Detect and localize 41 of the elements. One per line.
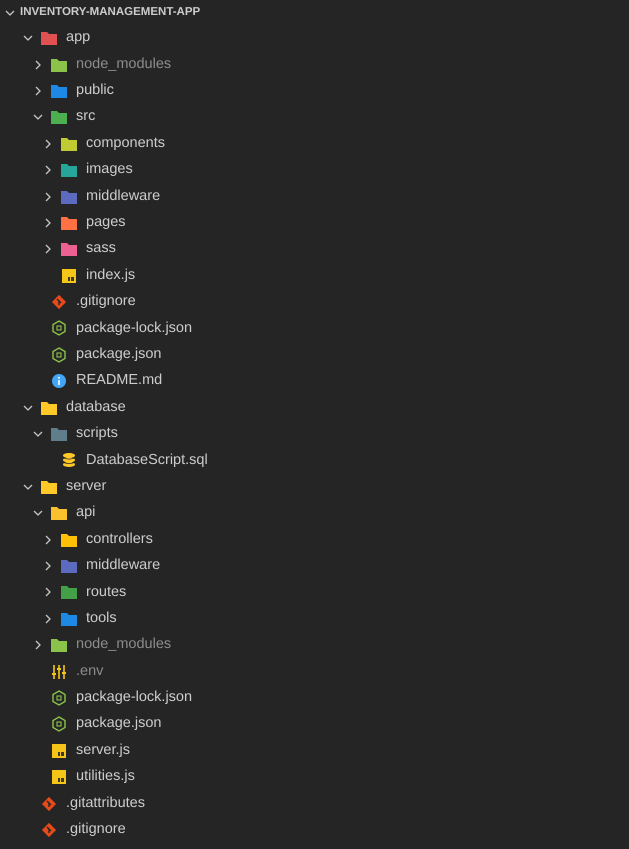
file-item[interactable]: README.md (0, 368, 629, 394)
folder-item[interactable]: routes (0, 579, 629, 606)
hexagon-icon (50, 320, 68, 336)
file-item[interactable]: utilities.js (0, 764, 629, 790)
file-item[interactable]: DatabaseScript.sql (0, 447, 629, 474)
file-item[interactable]: index.js (0, 262, 629, 289)
file-item[interactable]: .gitignore (0, 816, 629, 844)
folder-item[interactable]: app (0, 25, 629, 52)
js-file-icon (50, 769, 68, 786)
folder-item[interactable]: server (0, 474, 629, 500)
folder-item[interactable]: middleware (0, 552, 629, 580)
file-item[interactable]: server.js (0, 738, 629, 764)
folder-item[interactable]: database (0, 394, 629, 421)
folder-item[interactable]: src (0, 104, 629, 131)
file-item[interactable]: package.json (0, 711, 629, 738)
file-item[interactable]: package.json (0, 342, 629, 368)
info-icon (50, 373, 68, 390)
file-item[interactable]: .env (0, 658, 629, 685)
folder-item[interactable]: middleware (0, 183, 629, 210)
hexagon-icon (50, 690, 68, 706)
database-icon (60, 452, 78, 468)
folder-item[interactable]: sass (0, 236, 629, 263)
hexagon-icon (50, 716, 68, 732)
folder-item[interactable]: controllers (0, 526, 629, 553)
folder-item[interactable]: pages (0, 210, 629, 236)
folder-item[interactable]: node_modules (0, 51, 629, 78)
js-file-icon (50, 742, 68, 759)
file-item[interactable]: .gitattributes (0, 790, 629, 817)
js-file-icon (60, 268, 78, 284)
folder-item[interactable]: scripts (0, 420, 629, 448)
file-item[interactable]: package-lock.json (0, 315, 629, 342)
folder-item[interactable]: tools (0, 606, 629, 632)
folder-item[interactable]: public (0, 78, 629, 104)
file-item[interactable]: package-lock.json (0, 684, 629, 712)
file-item[interactable]: .gitignore (0, 288, 629, 316)
folder-item[interactable]: api (0, 500, 629, 526)
sliders-icon (50, 664, 68, 680)
hexagon-icon (50, 346, 68, 363)
folder-item[interactable]: node_modules (0, 632, 629, 658)
folder-item[interactable]: images (0, 156, 629, 184)
folder-item[interactable]: components (0, 130, 629, 157)
